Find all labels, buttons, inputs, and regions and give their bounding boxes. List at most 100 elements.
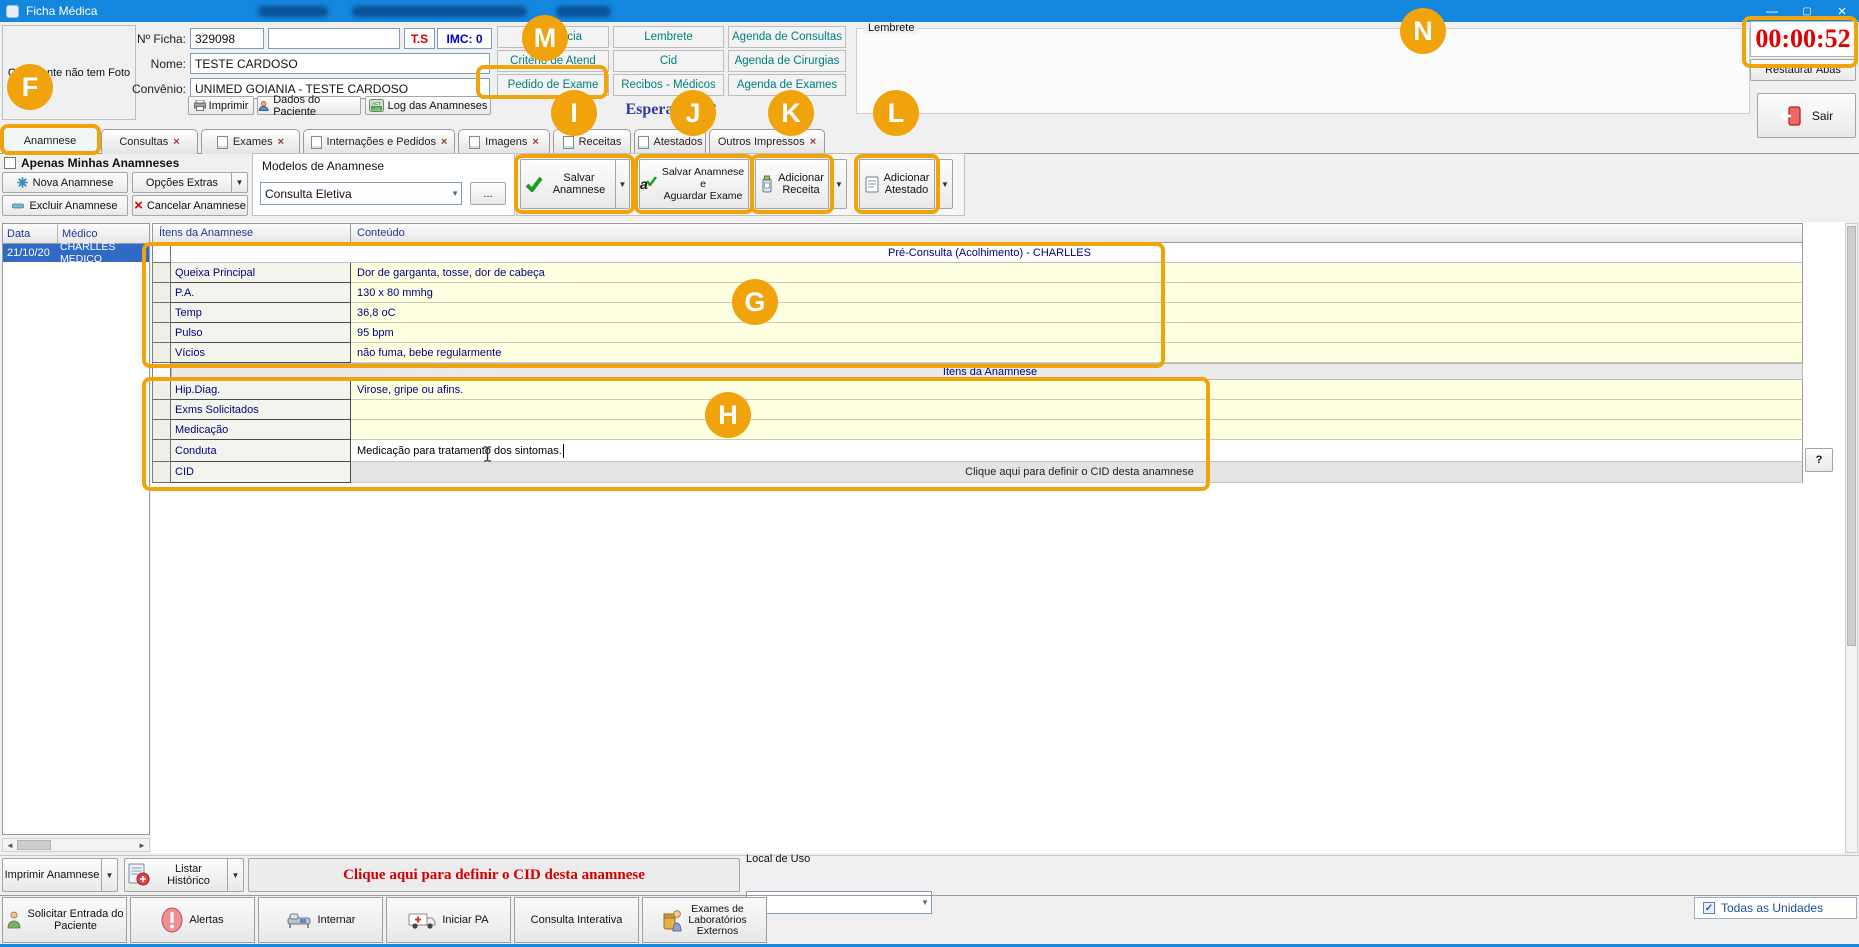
document-icon (563, 136, 574, 149)
table-row-editing[interactable]: CondutaMedicação para tratamento dos sin… (152, 440, 1803, 462)
tab-close-icon[interactable]: × (810, 136, 816, 148)
apenas-minhas-checkbox[interactable]: Apenas Minhas Anamneses (4, 156, 179, 170)
column-header-data[interactable]: Data (3, 224, 58, 243)
table-row[interactable]: Medicação (152, 420, 1803, 440)
solicitar-entrada-button[interactable]: Solicitar Entrada do Paciente (2, 897, 127, 943)
imprimir-anamnese-button[interactable]: Imprimir Anamnese ▼ (2, 858, 118, 892)
new-icon (17, 177, 28, 188)
imprimir-button[interactable]: Imprimir (188, 96, 254, 115)
maximize-button[interactable]: ▢ (1790, 0, 1824, 22)
restaurar-abas-button[interactable]: Restaurar Abas (1750, 59, 1856, 81)
consulta-interativa-button[interactable]: Consulta Interativa (514, 897, 639, 943)
cid-banner-button[interactable]: Clique aqui para definir o CID desta ana… (248, 858, 740, 892)
listar-historico-button[interactable]: Listar Histórico ▼ (124, 858, 244, 892)
checkbox-checked-icon[interactable]: ✓ (1703, 902, 1715, 914)
agenda-exames-button[interactable]: Agenda de Exames (728, 74, 846, 96)
ficha-input[interactable]: 329098 (190, 28, 264, 49)
adicionar-receita-button[interactable]: Adicionar Receita (755, 159, 829, 209)
row-content[interactable]: Virose, gripe ou afins. (351, 380, 1803, 400)
recibos-medicos-button[interactable]: Recibos - Médicos (613, 74, 724, 96)
history-row-selected[interactable]: 21/10/20 CHARLLES MEDICO (3, 244, 149, 262)
nova-anamnese-button[interactable]: Nova Anamnese (2, 172, 128, 193)
cid-define-link[interactable]: Clique aqui para definir o CID desta ana… (351, 462, 1803, 483)
assistencia-button[interactable]: Assistência (497, 26, 609, 48)
adicionar-atestado-button[interactable]: Adicionar Atestado (859, 159, 935, 209)
tab-close-icon[interactable]: × (441, 136, 447, 148)
anamnese-history-list[interactable]: Data Médico 21/10/20 CHARLLES MEDICO (2, 223, 150, 835)
imc-button[interactable]: IMC: 0 (437, 28, 492, 49)
agenda-cirurgias-button[interactable]: Agenda de Cirurgias (728, 50, 846, 72)
sair-button[interactable]: Sair (1757, 93, 1856, 138)
agenda-consultas-button[interactable]: Agenda de Consultas (728, 26, 846, 48)
tab-close-icon[interactable]: × (173, 136, 179, 148)
row-content[interactable]: 130 x 80 mmhg (351, 283, 1803, 303)
row-content[interactable]: Dor de garganta, tosse, dor de cabeça (351, 263, 1803, 283)
pedido-exame-button[interactable]: Pedido de Exame (497, 74, 609, 96)
cancelar-anamnese-button[interactable]: × Cancelar Anamnese (132, 195, 248, 216)
minimize-button[interactable]: — (1755, 0, 1789, 22)
tab-receitas[interactable]: Receitas (553, 129, 631, 154)
table-vscrollbar[interactable] (1845, 223, 1858, 853)
row-content[interactable]: 95 bpm (351, 323, 1803, 343)
scroll-left-arrow[interactable]: ◄ (3, 841, 17, 850)
column-header-itens[interactable]: Ítens da Anamnese (153, 224, 351, 242)
dados-paciente-button[interactable]: Dados do Paciente (257, 96, 361, 115)
lembrete-button[interactable]: Lembrete (613, 26, 724, 48)
tab-close-icon[interactable]: × (278, 136, 284, 148)
checkbox-box[interactable] (4, 157, 16, 169)
tab-exames[interactable]: Exames× (201, 129, 300, 154)
row-content[interactable] (351, 420, 1803, 440)
alertas-button[interactable]: Alertas (130, 897, 255, 943)
scrollbar-thumb[interactable] (17, 840, 51, 850)
conduta-edit-field[interactable]: Medicação para tratamento dos sintomas. (351, 440, 1803, 462)
table-row[interactable]: Temp36,8 oC (152, 303, 1803, 323)
table-row[interactable]: Pulso95 bpm (152, 323, 1803, 343)
exames-lab-externos-button[interactable]: Exames de Laboratórios Externos (642, 897, 767, 943)
chevron-down-icon[interactable]: ▼ (921, 898, 929, 907)
cid-button[interactable]: Cid (613, 50, 724, 72)
table-row[interactable]: Exms Solicitados (152, 400, 1803, 420)
iniciar-pa-button[interactable]: Iniciar PA (386, 897, 511, 943)
modelo-more-button[interactable]: ... (470, 182, 506, 205)
tab-atestados[interactable]: Atestados (634, 129, 706, 154)
receita-dropdown-button[interactable]: ▼ (831, 159, 847, 209)
chevron-down-icon[interactable]: ▼ (451, 189, 459, 198)
table-row[interactable]: Hip.Diag.Virose, gripe ou afins. (152, 380, 1803, 400)
column-header-conteudo[interactable]: Conteúdo (351, 224, 1802, 242)
internar-button[interactable]: Internar (258, 897, 383, 943)
ficha-extra-input[interactable] (268, 28, 400, 49)
chevron-down-icon[interactable]: ▼ (615, 160, 629, 208)
opcoes-extras-button[interactable]: Opções Extras ▼ (132, 172, 248, 193)
salvar-aguardar-exame-button[interactable]: a Salvar Anamnese e Aguardar Exame (639, 159, 749, 209)
row-content[interactable] (351, 400, 1803, 420)
salvar-anamnese-button[interactable]: Salvar Anamnese ▼ (520, 159, 630, 209)
chevron-down-icon[interactable]: ▼ (231, 173, 247, 192)
modelo-select[interactable]: Consulta Eletiva ▼ (260, 182, 462, 205)
table-row[interactable]: Queixa PrincipalDor de garganta, tosse, … (152, 263, 1803, 283)
close-button[interactable]: × (1825, 0, 1859, 22)
nome-input[interactable]: TESTE CARDOSO (190, 53, 490, 74)
scrollbar-thumb[interactable] (1847, 226, 1856, 646)
row-content[interactable]: não fuma, bebe regularmente (351, 343, 1803, 363)
tab-outros-impressos[interactable]: Outros Impressos× (709, 129, 825, 154)
chevron-down-icon[interactable]: ▼ (101, 859, 117, 891)
excluir-anamnese-button[interactable]: Excluir Anamnese (2, 195, 128, 216)
row-content[interactable]: 36,8 oC (351, 303, 1803, 323)
criterio-atend-button[interactable]: Critério de Atend (497, 50, 609, 72)
chevron-down-icon[interactable]: ▼ (227, 859, 243, 891)
log-anamneses-button[interactable]: ACTLOG Log das Anamneses (365, 96, 491, 115)
tab-internacoes-pedidos[interactable]: Internações e Pedidos× (303, 129, 455, 154)
help-button[interactable]: ? (1805, 448, 1833, 472)
scroll-right-arrow[interactable]: ► (135, 841, 149, 850)
tab-anamnese[interactable]: Anamnese (2, 126, 98, 154)
table-row[interactable]: P.A.130 x 80 mmhg (152, 283, 1803, 303)
ts-button[interactable]: T.S (404, 28, 435, 49)
history-hscrollbar[interactable]: ◄ ► (2, 838, 150, 852)
tab-consultas[interactable]: Consultas× (101, 129, 198, 154)
table-row-cid[interactable]: CIDClique aqui para definir o CID desta … (152, 462, 1803, 483)
table-row[interactable]: Víciosnão fuma, bebe regularmente (152, 343, 1803, 363)
tab-close-icon[interactable]: × (532, 136, 538, 148)
todas-unidades-checkbox[interactable]: ✓ Todas as Unidades (1694, 897, 1857, 919)
atestado-dropdown-button[interactable]: ▼ (937, 159, 953, 209)
tab-imagens[interactable]: Imagens× (458, 129, 550, 154)
